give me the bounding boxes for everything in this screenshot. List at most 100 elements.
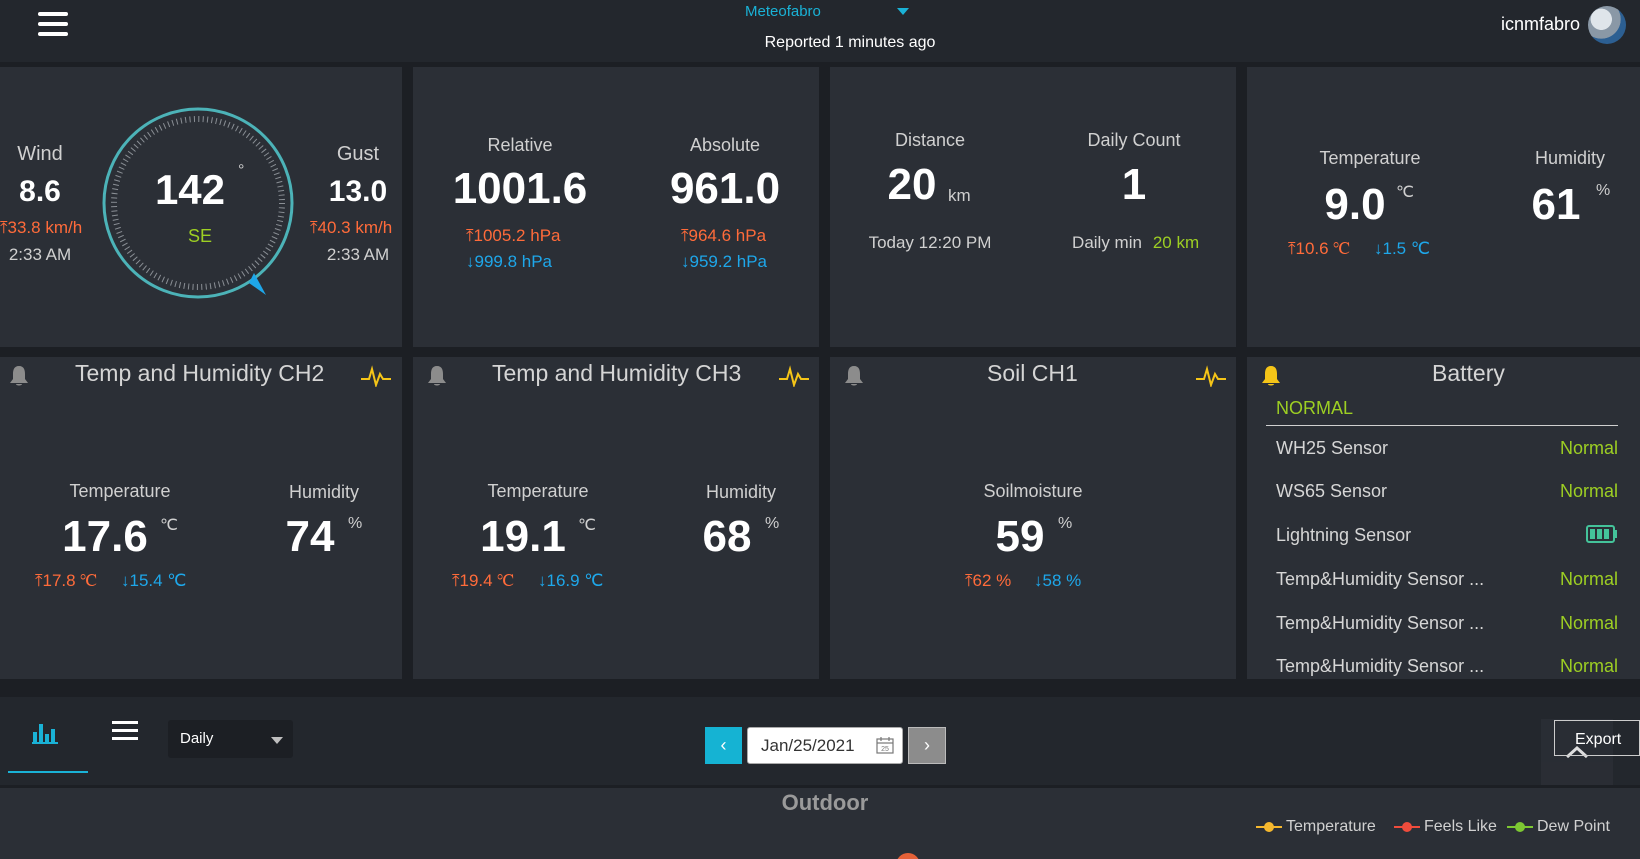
legend-dew-point[interactable]: Dew Point bbox=[1507, 818, 1610, 836]
absolute-max: ⤒964.6 hPa bbox=[681, 226, 767, 245]
ch3-temp-value: 19.1 bbox=[480, 512, 566, 561]
bell-icon[interactable] bbox=[1261, 365, 1281, 387]
chart-toolbar: Daily ‹ Jan/25/2021 25 › Export bbox=[0, 697, 1640, 785]
battery-sensor-status: Normal bbox=[1559, 438, 1618, 458]
wind-time: 2:33 AM bbox=[8, 245, 72, 264]
chart-title: Outdoor bbox=[781, 790, 869, 815]
menu-icon[interactable] bbox=[38, 12, 68, 38]
legend-line-marker bbox=[1256, 821, 1282, 833]
ch2-temp-min-value: 15.4 ℃ bbox=[129, 571, 187, 590]
indoor-hum-unit: % bbox=[1596, 182, 1611, 199]
battery-sensor-name: WH25 Sensor bbox=[1276, 438, 1389, 458]
battery-row: WS65 Sensor Normal bbox=[1276, 481, 1618, 505]
ch2-hum-label: Humidity bbox=[288, 482, 359, 502]
indoor-hum-value: 61 bbox=[1531, 180, 1581, 229]
indoor-hum-label: Humidity bbox=[1534, 148, 1605, 168]
legend-temperature[interactable]: Temperature bbox=[1256, 818, 1376, 836]
ch2-temp-max-value: 17.8 ℃ bbox=[42, 571, 97, 590]
soil-min: ↓58 % bbox=[1034, 571, 1082, 590]
tab-chart-view[interactable] bbox=[8, 697, 88, 773]
battery-sensor-name: Temp&Humidity Sensor ... bbox=[1276, 613, 1485, 633]
battery-row: Temp&Humidity Sensor ... Normal bbox=[1276, 569, 1618, 593]
distance-unit: km bbox=[948, 186, 971, 205]
activity-chart-icon[interactable] bbox=[779, 365, 809, 387]
battery-row: Temp&Humidity Sensor ... Normal bbox=[1276, 656, 1618, 680]
gust-max: ⤒40.3 km/h bbox=[310, 218, 393, 237]
absolute-label: Absolute bbox=[689, 135, 761, 155]
next-date-button[interactable]: › bbox=[908, 727, 946, 764]
battery-title: Battery bbox=[1432, 360, 1505, 386]
legend-label: Feels Like bbox=[1424, 818, 1497, 835]
ch2-temp-label: Temperature bbox=[69, 481, 171, 501]
calendar-icon[interactable]: 25 bbox=[876, 736, 894, 754]
battery-status: NORMAL bbox=[1276, 398, 1354, 418]
battery-divider bbox=[1266, 425, 1618, 426]
activity-chart-icon[interactable] bbox=[1196, 365, 1226, 387]
indoor-temp-max: ⤒10.6 ℃ bbox=[1288, 239, 1350, 258]
ch2-temp-value: 17.6 bbox=[62, 512, 148, 561]
ch2-temp-min: ↓15.4 ℃ bbox=[121, 571, 187, 590]
wind-direction-degrees: 142 bbox=[154, 166, 226, 213]
soil-title: Soil CH1 bbox=[987, 360, 1078, 386]
absolute-value: 961.0 bbox=[669, 164, 781, 213]
period-select[interactable]: Daily bbox=[168, 720, 293, 758]
distance-label: Distance bbox=[894, 130, 966, 150]
daily-count-label: Daily Count bbox=[1087, 130, 1181, 150]
ch3-hum-label: Humidity bbox=[705, 482, 776, 502]
wind-label: Wind bbox=[17, 143, 63, 165]
bell-icon[interactable] bbox=[844, 365, 864, 387]
bell-icon[interactable] bbox=[9, 365, 29, 387]
indoor-temp-value: 9.0 bbox=[1324, 180, 1386, 229]
battery-row: WH25 Sensor Normal bbox=[1276, 438, 1618, 462]
battery-sensor-status: Normal bbox=[1559, 656, 1618, 676]
indoor-temp-label: Temperature bbox=[1319, 148, 1421, 168]
ch3-hum-unit: % bbox=[765, 515, 780, 532]
gust-label: Gust bbox=[336, 143, 380, 165]
legend-line-marker bbox=[1394, 821, 1420, 833]
relative-min: ↓999.8 hPa bbox=[466, 252, 553, 271]
legend-feels-like[interactable]: Feels Like bbox=[1394, 818, 1497, 836]
battery-sensor-name: Temp&Humidity Sensor ... bbox=[1276, 569, 1485, 589]
relative-value: 1001.6 bbox=[452, 164, 588, 213]
legend-label: Temperature bbox=[1286, 818, 1376, 835]
distance-time: Today 12:20 PM bbox=[868, 233, 992, 252]
chevron-down-icon[interactable] bbox=[897, 8, 909, 15]
avatar[interactable] bbox=[1588, 6, 1626, 44]
ch3-title: Temp and Humidity CH3 bbox=[492, 360, 742, 386]
soil-label: Soilmoisture bbox=[983, 481, 1083, 501]
export-button[interactable]: Export bbox=[1554, 720, 1640, 756]
indoor-temp-max-value: 10.6 ℃ bbox=[1295, 239, 1350, 258]
absolute-max-value: 964.6 hPa bbox=[688, 226, 767, 245]
ch2-temp-unit: ℃ bbox=[160, 517, 178, 534]
battery-row: Lightning Sensor bbox=[1276, 525, 1618, 549]
ch2-hum-unit: % bbox=[348, 515, 363, 532]
ch3-temp-min-value: 16.9 ℃ bbox=[546, 571, 604, 590]
relative-max-value: 1005.2 hPa bbox=[473, 226, 561, 245]
date-input[interactable]: Jan/25/2021 25 bbox=[747, 727, 903, 764]
wind-direction-name: SE bbox=[187, 226, 212, 246]
ch2-hum-value: 74 bbox=[285, 512, 335, 561]
battery-level-icon bbox=[1586, 525, 1617, 543]
legend-line-marker bbox=[1507, 821, 1533, 833]
ch2-title: Temp and Humidity CH2 bbox=[75, 360, 325, 386]
relative-label: Relative bbox=[487, 135, 553, 155]
distance-value: 20 bbox=[887, 160, 937, 209]
prev-date-button[interactable]: ‹ bbox=[705, 727, 742, 764]
station-selector[interactable]: Meteofabro bbox=[745, 3, 821, 20]
legend-label: Dew Point bbox=[1537, 818, 1610, 835]
wind-value: 8.6 bbox=[19, 175, 61, 208]
bar-chart-icon bbox=[32, 724, 58, 744]
reported-status: Reported 1 minutes ago bbox=[764, 34, 936, 51]
soil-max: ⤒62 % bbox=[965, 571, 1012, 590]
battery-sensor-status: Normal bbox=[1559, 569, 1618, 589]
list-view-icon[interactable] bbox=[112, 721, 138, 741]
bell-icon[interactable] bbox=[427, 365, 447, 387]
ch3-hum-value: 68 bbox=[702, 512, 752, 561]
user-name[interactable]: icnmfabro bbox=[1501, 14, 1580, 35]
activity-chart-icon[interactable] bbox=[361, 365, 391, 387]
battery-sensor-status: Normal bbox=[1559, 481, 1618, 501]
calendar-day: 25 bbox=[881, 746, 889, 753]
degree-symbol: ° bbox=[238, 162, 245, 179]
soil-value: 59 bbox=[995, 512, 1045, 561]
daily-count-value: 1 bbox=[1121, 160, 1147, 209]
